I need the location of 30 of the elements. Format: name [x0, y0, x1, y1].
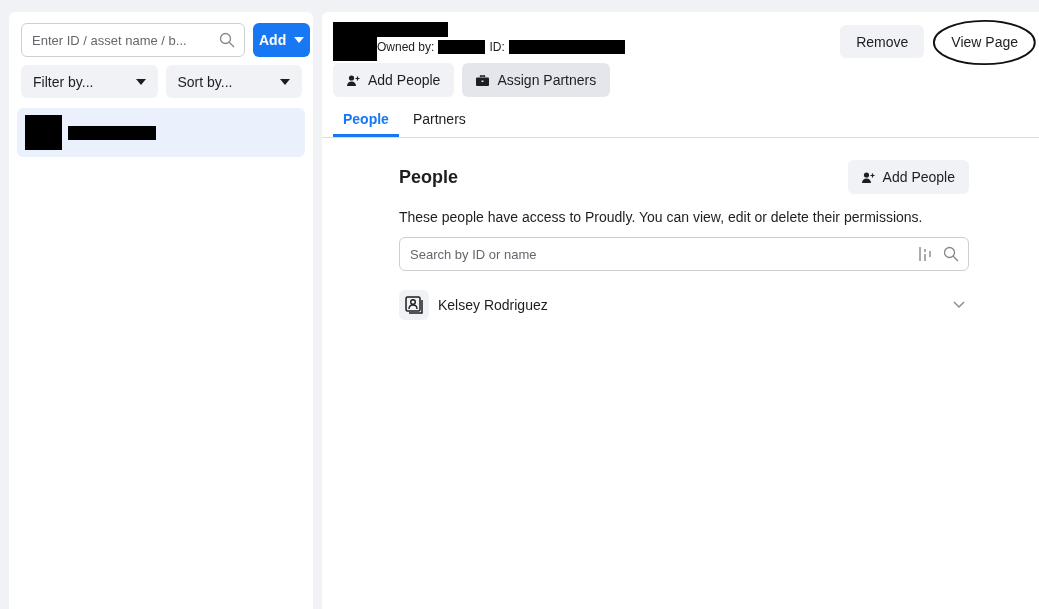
section-title: People [399, 166, 459, 188]
action-button[interactable]: Add People [333, 63, 455, 97]
briefcase-icon [476, 74, 490, 86]
caret-icon [280, 78, 290, 85]
add-button[interactable]: Add [253, 23, 311, 57]
tab[interactable]: People [333, 103, 399, 137]
header-button[interactable]: Remove [840, 25, 925, 58]
search-field[interactable]: Enter ID / asset name / b... [21, 23, 245, 57]
add-person-icon [347, 74, 360, 86]
add-person-icon [861, 171, 875, 183]
tab[interactable]: Partners [402, 103, 476, 137]
chevron-icon[interactable] [953, 301, 965, 309]
owned-by-label: Owned by: [377, 40, 435, 54]
dropdown[interactable]: Sort by... [165, 65, 302, 98]
search-icon [219, 32, 235, 48]
asset-item[interactable] [17, 108, 305, 157]
search-icon [943, 246, 959, 262]
redaction-block [25, 115, 62, 150]
description-text: These people have access to Proudly. You can view, edit or delete their permissions. [399, 209, 924, 225]
action-button[interactable]: Assign Partners [462, 63, 611, 97]
redaction-block [438, 40, 486, 54]
add-people-button[interactable]: Add People [847, 160, 969, 194]
search-field[interactable]: Search by ID or name [399, 237, 969, 271]
dropdown[interactable]: Filter by... [21, 65, 158, 98]
id-label: ID: [489, 40, 505, 54]
contact-card-icon [399, 290, 429, 320]
filter-icon [919, 246, 931, 262]
caret-icon [135, 78, 146, 85]
caret-icon [294, 37, 305, 43]
person-name[interactable]: Kelsey Rodriguez [438, 297, 953, 313]
